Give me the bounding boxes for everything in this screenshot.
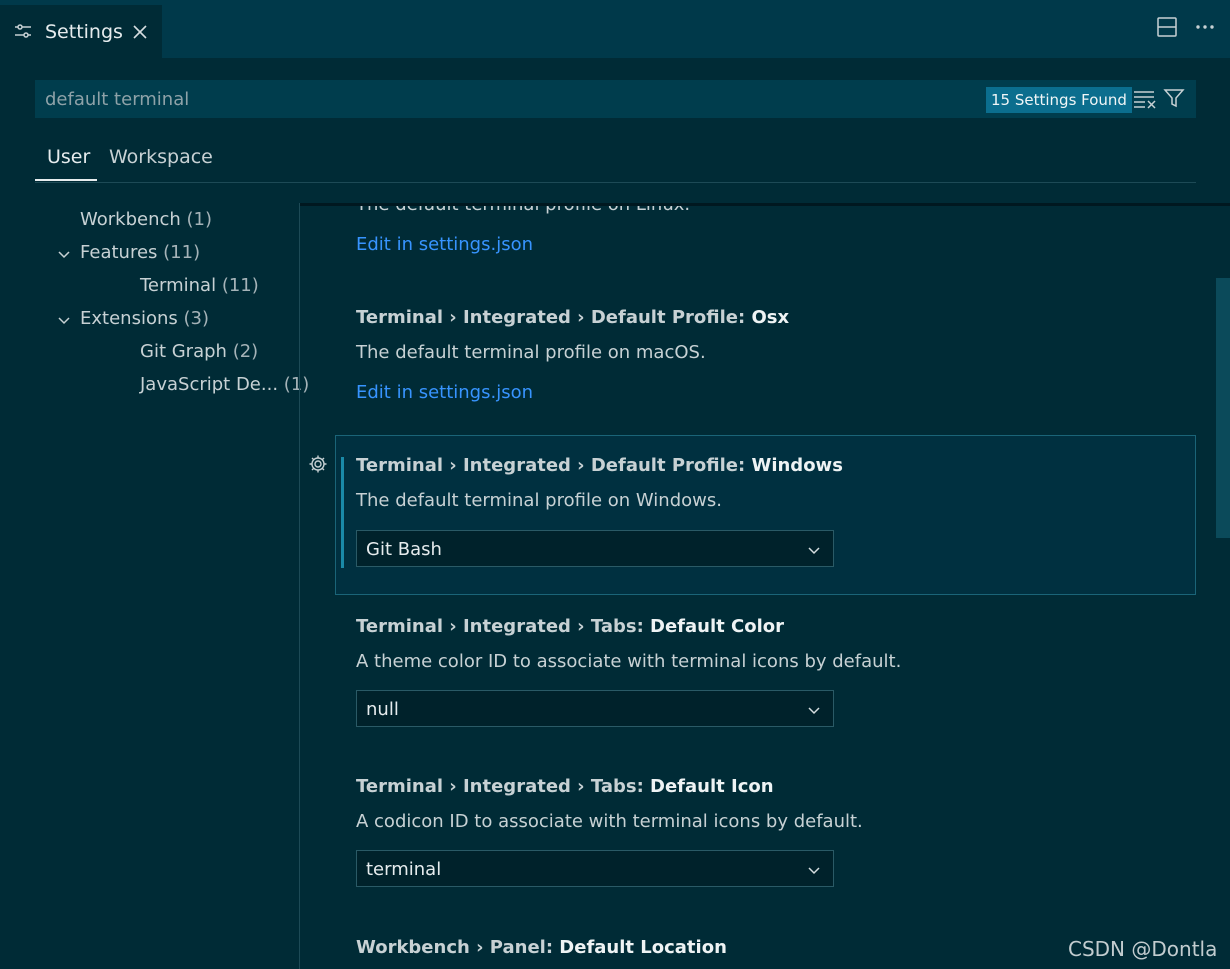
toc-label: Extensions (80, 308, 178, 329)
setting-windows: Terminal › Integrated › Default Profile:… (356, 455, 1196, 476)
setting-title: Terminal › Integrated › Default Profile:… (356, 455, 1196, 476)
tabs-default-icon-select[interactable]: terminal (356, 850, 834, 887)
setting-title-key: Default Icon (650, 776, 774, 797)
toc-label: Terminal (140, 275, 217, 296)
toc-count: (3) (183, 308, 209, 329)
chevron-down-icon[interactable] (57, 246, 71, 260)
settings-list: The default terminal profile on Linux. E… (300, 203, 1216, 969)
scrollbar-thumb[interactable] (1216, 278, 1230, 538)
setting-title-key: Osx (751, 307, 790, 328)
toc-item-javascript[interactable]: JavaScript De... (1) (140, 374, 309, 395)
toc-label: Git Graph (140, 341, 227, 362)
setting-tabs-icon-desc-row: A codicon ID to associate with terminal … (356, 811, 1196, 832)
toc-label: JavaScript De... (140, 374, 279, 395)
setting-description: The default terminal profile on macOS. (356, 342, 706, 363)
setting-title-key: Default Color (650, 616, 785, 637)
tabs-default-color-select[interactable]: null (356, 690, 834, 727)
setting-tabs-color-desc-row: A theme color ID to associate with termi… (356, 651, 1196, 672)
active-tab-indicator (35, 179, 97, 181)
setting-osx-link-row: Edit in settings.json (356, 382, 1196, 403)
toc-count: (2) (232, 341, 259, 362)
toc-count: (1) (186, 209, 213, 230)
setting-title-prefix: Terminal › Integrated › Tabs: (356, 776, 651, 797)
settings-count-badge: 15 Settings Found (986, 87, 1132, 113)
chevron-down-icon[interactable] (57, 312, 71, 326)
setting-linux-link: Edit in settings.json (356, 234, 1196, 255)
setting-title: Terminal › Integrated › Tabs: Default Co… (356, 616, 1196, 637)
close-icon[interactable] (131, 23, 149, 41)
list-top-shadow (300, 203, 1230, 206)
setting-description: A theme color ID to associate with termi… (356, 651, 902, 672)
tab-user[interactable]: User (47, 146, 90, 168)
setting-description: A codicon ID to associate with terminal … (356, 811, 863, 832)
scope-tabs: User Workspace (35, 140, 1196, 183)
chevron-down-icon (807, 542, 821, 561)
setting-tabs-default-icon: Terminal › Integrated › Tabs: Default Ic… (356, 776, 1196, 797)
select-value: Git Bash (366, 539, 442, 560)
more-actions-icon[interactable] (1194, 16, 1216, 38)
windows-profile-select[interactable]: Git Bash (356, 530, 834, 567)
setting-title: Terminal › Integrated › Default Profile:… (356, 307, 1196, 328)
chevron-down-icon (807, 862, 821, 881)
setting-windows-desc-row: The default terminal profile on Windows. (356, 490, 1196, 511)
setting-title-key: Windows (751, 455, 843, 476)
setting-tabs-default-color: Terminal › Integrated › Tabs: Default Co… (356, 616, 1196, 637)
tab-bar: Settings (0, 0, 1230, 58)
split-editor-icon[interactable] (1156, 16, 1178, 38)
select-value: terminal (366, 859, 442, 880)
edit-in-settings-json-link[interactable]: Edit in settings.json (356, 382, 533, 403)
chevron-down-icon (807, 702, 821, 721)
toc-item-extensions[interactable]: Extensions (3) (80, 308, 209, 329)
toc-count: (11) (221, 275, 259, 296)
setting-title: Terminal › Integrated › Tabs: Default Ic… (356, 776, 1196, 797)
clear-filter-icon[interactable] (1133, 88, 1157, 114)
setting-title-prefix: Terminal › Integrated › Tabs: (356, 616, 651, 637)
watermark: CSDN @Dontla (1068, 937, 1218, 961)
edit-in-settings-json-link[interactable]: Edit in settings.json (356, 234, 533, 255)
tab-title: Settings (45, 21, 123, 43)
toc-item-terminal[interactable]: Terminal (11) (140, 275, 259, 296)
setting-title-prefix: Terminal › Integrated › Default Profile: (356, 455, 752, 476)
toc-label: Workbench (80, 209, 181, 230)
toc-item-features[interactable]: Features (11) (80, 242, 200, 263)
toc-item-git-graph[interactable]: Git Graph (2) (140, 341, 258, 362)
settings-sliders-icon (14, 23, 32, 43)
settings-toc: Workbench (1) Features (11) Terminal (11… (0, 203, 309, 969)
toc-count: (11) (163, 242, 201, 263)
search-input[interactable]: default terminal (45, 89, 189, 110)
setting-title-prefix: Workbench › Panel: (356, 937, 560, 958)
setting-title-prefix: Terminal › Integrated › Default Profile: (356, 307, 752, 328)
setting-description: The default terminal profile on Windows. (356, 490, 722, 511)
filter-icon[interactable] (1163, 87, 1185, 113)
toc-label: Features (80, 242, 158, 263)
toc-item-workbench[interactable]: Workbench (1) (80, 209, 212, 230)
setting-title-key: Default Location (559, 937, 727, 958)
select-value: null (366, 699, 399, 720)
setting-osx-desc-row: The default terminal profile on macOS. (356, 342, 1196, 363)
settings-search[interactable]: default terminal 15 Settings Found (35, 80, 1196, 118)
settings-tab[interactable]: Settings (0, 5, 162, 58)
tab-workspace[interactable]: Workspace (109, 146, 213, 168)
setting-osx: Terminal › Integrated › Default Profile:… (356, 307, 1196, 328)
